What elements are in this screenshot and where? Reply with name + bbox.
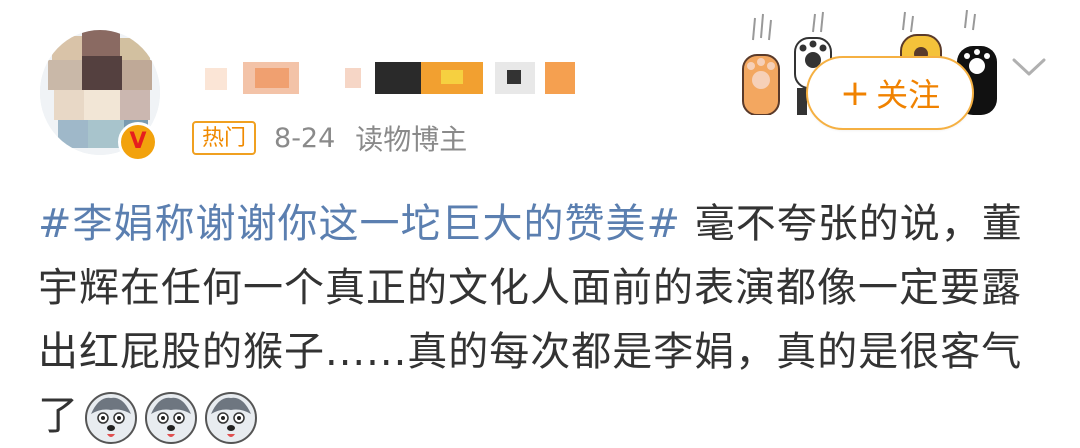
chevron-down-icon[interactable] — [1010, 52, 1048, 82]
follow-button[interactable]: + 关注 — [806, 56, 974, 130]
post-meta: 热门 8-24 读物博主 — [192, 118, 467, 158]
hashtag-link[interactable]: #李娟称谢谢你这一坨巨大的赞美# — [38, 201, 681, 247]
plus-icon: + — [839, 72, 871, 114]
author-name[interactable] — [195, 58, 585, 100]
husky-emoji-icon — [205, 392, 257, 444]
author-role: 读物博主 — [355, 123, 468, 156]
follow-button-label: 关注 — [876, 76, 941, 114]
husky-emoji-icon — [85, 392, 137, 444]
post-text: #李娟称谢谢你这一坨巨大的赞美# 毫不夸张的说，董宇辉在任何一个真正的文化人面前… — [38, 192, 1048, 448]
post-date: 8-24 — [274, 122, 336, 154]
weibo-post-card: V 热门 8-24 读物博主 + 关注 #李娟称谢谢你这一坨巨大的赞美# 毫不夸… — [0, 0, 1080, 444]
husky-emoji-icon — [145, 392, 197, 444]
hot-badge: 热门 — [192, 121, 257, 155]
verified-v-icon: V — [118, 122, 158, 162]
